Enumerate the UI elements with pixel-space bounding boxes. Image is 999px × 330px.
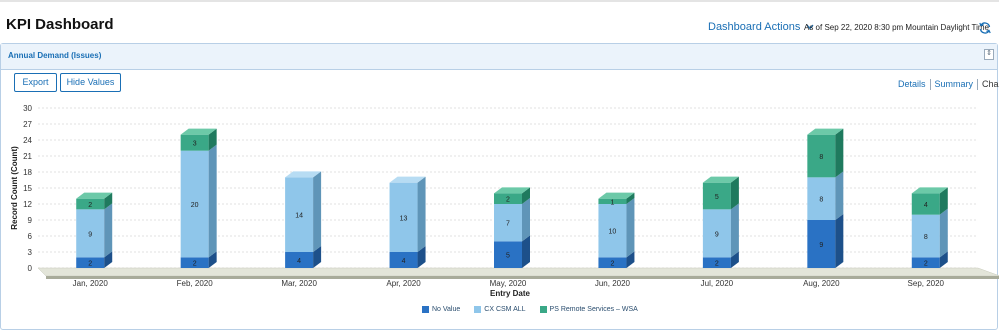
data-label: 10	[609, 229, 617, 236]
legend-item-no-value[interactable]: No Value	[422, 306, 460, 313]
hide-values-button[interactable]: Hide Values	[60, 73, 121, 92]
bar-segment-ps-remote[interactable]	[807, 128, 844, 178]
legend-label-cx-csm-all: CX CSM ALL	[484, 306, 526, 313]
y-tick-label: 30	[23, 104, 32, 113]
x-tick-label: Sep, 2020	[908, 279, 945, 288]
y-tick-label: 0	[28, 264, 33, 273]
panel-header: Annual Demand (Issues) ⇕	[1, 44, 997, 70]
y-tick-label: 18	[23, 168, 32, 177]
chart-floor	[37, 267, 999, 277]
bar-side	[104, 203, 113, 258]
as-of-timestamp: As of Sep 22, 2020 8:30 pm Mountain Dayl…	[804, 23, 989, 32]
collapse-panel-icon[interactable]: ⇕	[984, 49, 994, 60]
data-label: 8	[819, 154, 823, 161]
bar-segment-cx-csm-all[interactable]	[911, 208, 948, 258]
legend-swatch-ps-remote	[539, 306, 547, 313]
bar-side	[522, 198, 530, 242]
data-label: 7	[506, 221, 510, 228]
x-tick-label: Mar, 2020	[281, 279, 317, 288]
data-label: 2	[88, 261, 92, 268]
x-tick-label: Apr, 2020	[386, 279, 421, 288]
data-label: 1	[610, 199, 614, 206]
data-label: 9	[88, 231, 92, 238]
data-label: 4	[402, 258, 406, 265]
bar-segment-cx-csm-all[interactable]	[389, 176, 426, 252]
legend-swatch-no-value	[422, 306, 429, 313]
legend-label-ps-remote: PS Remote Services – WSA	[549, 306, 638, 313]
export-button[interactable]: Export	[14, 73, 57, 92]
x-tick-label: Feb, 2020	[177, 279, 214, 288]
bar-segment-cx-csm-all[interactable]	[494, 198, 530, 242]
chart-view-label: Chart	[982, 79, 999, 89]
data-label: 8	[924, 234, 928, 241]
x-tick-label: Jun, 2020	[595, 279, 631, 288]
details-view-link[interactable]: Details	[898, 79, 926, 90]
data-label: 9	[715, 231, 719, 238]
y-tick-label: 27	[23, 120, 32, 129]
bar-segment-cx-csm-all[interactable]	[702, 203, 739, 258]
data-label: 4	[924, 202, 928, 209]
bar-side	[626, 198, 635, 258]
data-label: 4	[297, 258, 301, 265]
divider	[929, 79, 931, 90]
view-switcher: Details Summary Chart	[898, 79, 999, 90]
y-tick-label: 6	[28, 232, 33, 241]
bar-segment-cx-csm-all[interactable]	[598, 198, 635, 258]
bar-segment-cx-csm-all[interactable]	[807, 171, 844, 220]
data-label: 14	[295, 213, 303, 220]
bar-segment-cx-csm-all[interactable]	[285, 171, 322, 252]
x-tick-label: Jan, 2020	[73, 279, 109, 288]
bar-segment-cx-csm-all[interactable]	[180, 144, 217, 258]
bar-side	[730, 203, 739, 258]
data-label: 13	[400, 215, 408, 222]
x-tick-label: May, 2020	[490, 279, 527, 288]
top-border	[0, 0, 999, 2]
dashboard-actions-menu[interactable]: Dashboard Actions	[708, 21, 814, 33]
dashboard-actions-label: Dashboard Actions	[708, 21, 801, 33]
data-label: 20	[191, 202, 199, 209]
data-label: 9	[819, 242, 823, 249]
y-tick-label: 21	[23, 152, 32, 161]
legend-item-cx-csm-all[interactable]: CX CSM ALL	[474, 306, 526, 313]
summary-view-link[interactable]: Summary	[935, 79, 974, 90]
bar-side	[835, 128, 844, 178]
bar-side	[313, 171, 322, 252]
data-label: 2	[193, 261, 197, 268]
bar-side	[208, 144, 217, 258]
divider	[977, 79, 979, 90]
page-title: KPI Dashboard	[6, 16, 114, 33]
y-tick-label: 15	[23, 184, 32, 193]
data-label: 2	[715, 261, 719, 268]
data-label: 5	[506, 253, 510, 260]
y-tick-label: 24	[23, 136, 32, 145]
data-label: 2	[924, 261, 928, 268]
bar-side	[939, 208, 948, 258]
data-label: 2	[506, 197, 510, 204]
y-tick-label: 3	[28, 248, 33, 257]
y-tick-label: 9	[28, 216, 33, 225]
legend-swatch-cx-csm-all	[474, 306, 482, 313]
x-tick-label: Aug, 2020	[803, 279, 840, 288]
bar-side	[835, 171, 844, 220]
y-axis-label: Record Count (Count)	[10, 146, 19, 230]
bar-side	[835, 214, 844, 268]
data-label: 2	[610, 261, 614, 268]
data-label: 5	[715, 194, 719, 201]
legend-item-ps-remote[interactable]: PS Remote Services – WSA	[539, 306, 638, 313]
data-label: 2	[88, 202, 92, 209]
x-tick-label: Jul, 2020	[701, 279, 734, 288]
bar-side	[417, 176, 426, 252]
x-axis-label: Entry Date	[490, 289, 531, 298]
annual-demand-chart: 036912151821242730292Jan, 20202203Feb, 2…	[10, 104, 999, 298]
y-tick-label: 12	[23, 200, 32, 209]
panel-title: Annual Demand (Issues)	[8, 51, 102, 60]
data-label: 3	[193, 141, 197, 148]
bar-segment-cx-csm-all[interactable]	[76, 203, 113, 258]
bar-segment-no-value[interactable]	[807, 214, 844, 268]
refresh-icon[interactable]	[978, 21, 992, 35]
chart-legend: No Value CX CSM ALL PS Remote Services –…	[422, 306, 638, 313]
data-label: 8	[819, 197, 823, 204]
legend-label-no-value: No Value	[432, 306, 461, 313]
